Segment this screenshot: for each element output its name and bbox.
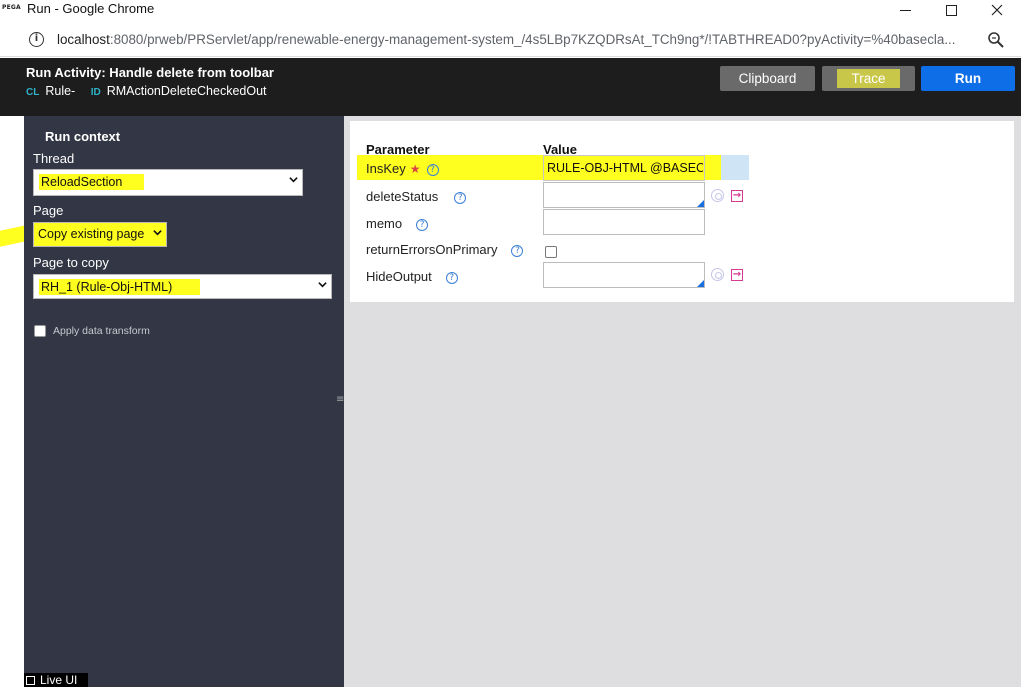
param-name: deleteStatus [366,189,439,204]
parameters-area: Parameter Value InsKey ★? RULE-OBJ-HTML @… [344,116,1021,687]
param-name: returnErrorsOnPrimary [366,242,498,257]
help-icon[interactable]: ? [445,272,458,284]
chevron-down-icon [318,282,327,288]
window-title-bar: PEGA Run - Google Chrome [0,0,1021,22]
inskey-value: RULE-OBJ-HTML @BASECLA [547,161,703,175]
highlight-mark [0,225,26,247]
trace-button[interactable]: Trace [822,66,915,91]
address-bar[interactable]: i localhost:8080/prweb/PRServlet/app/ren… [0,22,1021,57]
param-name: InsKey [366,161,406,176]
run-context-heading: Run context [45,129,121,144]
memo-input[interactable] [543,209,705,235]
maximize-icon [945,4,957,16]
clipboard-pick-icon[interactable]: → [731,269,743,281]
pega-logo: PEGA [2,4,21,11]
page-to-copy-select[interactable]: RH_1 (Rule-Obj-HTML) [33,274,332,299]
hideoutput-input[interactable] [543,262,705,288]
page-to-copy-label: Page to copy [33,255,109,270]
apply-data-transform[interactable]: Apply data transform [34,325,150,337]
class-tag: CL [26,87,40,98]
help-icon[interactable]: ? [511,245,524,257]
run-context-panel: Run context Thread ReloadSection Page Co… [24,116,344,687]
param-deletestatus-label: deleteStatus? [366,189,467,204]
id-value: RMActionDeleteCheckedOut [106,84,267,98]
url-text[interactable]: localhost:8080/prweb/PRServlet/app/renew… [57,32,955,47]
resize-corner-icon [697,200,704,207]
live-ui-button[interactable]: Live UI [24,673,88,687]
help-icon[interactable]: ? [416,219,429,231]
zoom-icon[interactable] [987,31,1005,49]
thread-select[interactable]: ReloadSection [33,169,303,196]
required-icon: ★ [409,162,421,176]
param-memo-label: memo? [366,216,429,231]
page-select-value: Copy existing page [36,227,147,241]
activity-meta: CL Rule- ID RMActionDeleteCheckedOut [26,84,267,98]
clipboard-pick-icon[interactable]: → [731,190,743,202]
parameters-card: Parameter Value InsKey ★? RULE-OBJ-HTML @… [350,121,1014,302]
chevron-down-icon [289,177,298,183]
url-host: localhost [57,32,110,47]
help-icon[interactable]: ? [426,164,439,176]
class-value: Rule- [45,84,76,98]
returnerrors-checkbox[interactable] [545,246,557,258]
run-button[interactable]: Run [921,66,1015,91]
window-title: Run - Google Chrome [27,1,155,16]
live-ui-icon [26,675,35,685]
help-icon[interactable]: ? [454,192,467,204]
param-name: memo [366,216,403,231]
close-button[interactable] [982,0,1012,20]
page-select[interactable]: Copy existing page [33,222,167,247]
maximize-button[interactable] [936,0,966,20]
live-ui-label: Live UI [40,673,78,687]
info-icon[interactable]: i [29,32,44,47]
thread-select-value: ReloadSection [39,174,145,190]
thread-label: Thread [33,151,75,166]
resize-corner-icon [697,280,704,287]
param-name: HideOutput [366,269,432,284]
clipboard-button[interactable]: Clipboard [720,66,815,91]
minimize-button[interactable] [890,0,920,20]
target-icon[interactable] [711,189,724,202]
activity-title: Run Activity: Handle delete from toolbar [26,65,274,80]
trace-label: Trace [837,69,900,88]
page-label: Page [33,203,64,218]
target-icon[interactable] [711,268,724,281]
param-inskey-label: InsKey ★? [366,161,439,176]
deletestatus-input[interactable] [543,182,705,208]
id-tag: ID [90,87,101,98]
param-hideoutput-label: HideOutput? [366,269,458,284]
run-header: Run Activity: Handle delete from toolbar… [0,58,1021,116]
close-icon [991,4,1003,16]
url-path: :8080/prweb/PRServlet/app/renewable-ener… [109,32,956,47]
minimize-icon [899,9,911,11]
apply-data-transform-label: Apply data transform [53,325,150,337]
param-returnerrors-label: returnErrorsOnPrimary? [366,242,524,257]
chevron-down-icon [153,230,162,236]
page-to-copy-value: RH_1 (Rule-Obj-HTML) [39,279,201,295]
inskey-input[interactable]: RULE-OBJ-HTML @BASECLA [543,155,705,181]
apply-data-transform-checkbox[interactable] [34,325,46,337]
